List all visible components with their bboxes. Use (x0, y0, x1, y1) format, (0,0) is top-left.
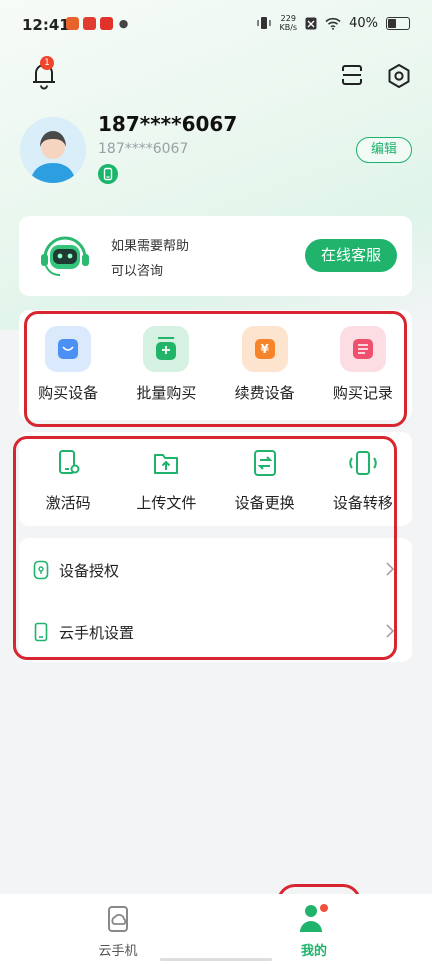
help-text-line2: 可以咨询 (111, 264, 164, 279)
user-phone-number: 187****6067 (98, 112, 238, 136)
tab-cloud-phone-label: 云手机 (98, 944, 138, 959)
help-card: 如果需要帮助 可以咨询 在线客服 (19, 216, 412, 296)
sim-off-icon (305, 17, 317, 29)
status-bar: 12:41 ● 229 KB/s 40% (0, 0, 432, 50)
home-indicator (160, 958, 272, 961)
cloud-phone-icon (108, 906, 128, 932)
profile-icon (300, 904, 328, 932)
online-service-button[interactable]: 在线客服 (305, 239, 397, 272)
profile-section: 187****6067 187****6067 编辑 (20, 112, 412, 192)
bottom-navigation: 云手机 我的 (0, 894, 432, 964)
bell-notification-icon: ● (118, 17, 129, 30)
scan-icon[interactable] (340, 63, 364, 87)
help-text-line1: 如果需要帮助 (111, 239, 190, 254)
avatar-illustration (20, 117, 86, 183)
net-speed: 229 KB/s (279, 14, 297, 32)
status-time: 12:41 (22, 16, 70, 34)
wifi-icon (325, 17, 341, 30)
user-account-id: 187****6067 (98, 141, 189, 157)
tab-my-label: 我的 (300, 944, 327, 959)
support-robot-icon (41, 236, 89, 276)
weibo-notification-icon (83, 17, 96, 30)
edit-profile-button[interactable]: 编辑 (356, 137, 412, 163)
highlight-box-tools (13, 436, 397, 660)
tab-my[interactable]: 我的 (284, 902, 344, 959)
net-speed-value: 229 (280, 14, 296, 23)
device-badge-icon (98, 164, 118, 184)
status-right: 229 KB/s 40% (257, 14, 410, 32)
net-speed-unit: KB/s (279, 23, 298, 32)
news-notification-icon (100, 17, 113, 30)
notification-icons: ● (66, 17, 130, 30)
top-bar: 1 (0, 56, 432, 94)
app-notification-icon (66, 17, 79, 30)
battery-icon (386, 16, 410, 30)
notification-badge: 1 (40, 56, 54, 70)
battery-percent: 40% (349, 15, 378, 31)
settings-gear-icon[interactable] (386, 63, 412, 89)
highlight-box-purchase (24, 311, 407, 427)
tab-cloud-phone[interactable]: 云手机 (88, 904, 148, 959)
avatar[interactable] (20, 117, 86, 183)
vibrate-icon (257, 17, 272, 29)
